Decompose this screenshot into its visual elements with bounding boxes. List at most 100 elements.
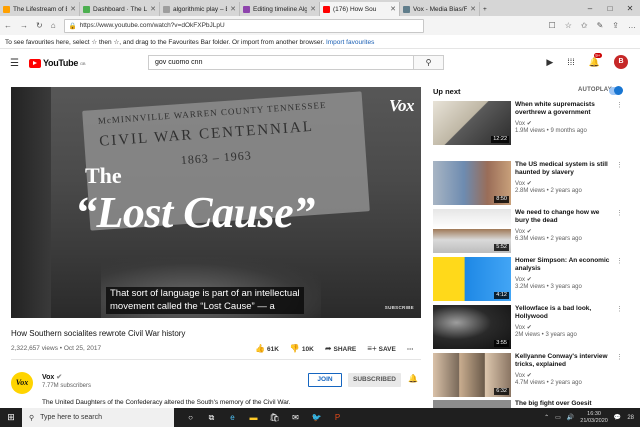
recommendation-item[interactable]: 12:22 When white supremacists overthrew … xyxy=(433,101,623,146)
video-thumbnail[interactable]: 4:12 xyxy=(433,257,511,301)
join-button[interactable]: JOIN xyxy=(308,373,342,387)
recommendation-title[interactable]: The big fight over Goesit xyxy=(515,400,613,408)
verified-icon: ✔ xyxy=(526,121,532,127)
maximize-icon[interactable]: □ xyxy=(600,4,620,13)
search-input[interactable]: gov cuomo cnn xyxy=(148,55,414,70)
volume-icon[interactable]: 🔊 xyxy=(567,414,574,421)
duration-badge: 3:55 xyxy=(494,340,509,347)
browser-tab[interactable]: The Lifestream of Brian✕ xyxy=(0,2,80,16)
refresh-icon[interactable]: ↻ xyxy=(36,21,43,30)
video-player[interactable]: McMINNVILLE WARREN COUNTY TENNESSEE CIVI… xyxy=(11,87,421,318)
video-thumbnail[interactable]: 6:32 xyxy=(433,353,511,397)
more-vert-icon[interactable]: ⋮ xyxy=(616,305,623,313)
store-icon[interactable]: 🛍 xyxy=(264,408,285,427)
more-vert-icon[interactable]: ⋮ xyxy=(616,353,623,361)
recommendation-item[interactable]: 4:12 Homer Simpson: An economic analysis… xyxy=(433,257,623,302)
tab-label: (176) How Sou xyxy=(333,5,377,13)
recommendation-title[interactable]: The US medical system is still haunted b… xyxy=(515,161,613,177)
share-button[interactable]: ➦ SHARE xyxy=(325,344,356,353)
recommendation-item[interactable]: 5:52 We need to change how we bury the d… xyxy=(433,209,623,254)
action-center-icon[interactable]: 💬 xyxy=(614,414,621,421)
tray-up-icon[interactable]: ⌃ xyxy=(544,414,549,421)
cortana-icon[interactable]: ○ xyxy=(180,408,201,427)
video-thumbnail[interactable]: 8:50 xyxy=(433,161,511,205)
recommendation-title[interactable]: Yellowface is a bad look, Hollywood xyxy=(515,305,613,321)
menu-icon[interactable]: ☰ xyxy=(10,58,19,69)
more-icon[interactable]: … xyxy=(628,21,636,30)
pen-icon[interactable]: ✎ xyxy=(597,21,604,30)
browser-tab[interactable]: algorithmic play – Educ✕ xyxy=(160,2,240,16)
mail-icon[interactable]: ✉ xyxy=(285,408,306,427)
share-icon[interactable]: ⇪ xyxy=(612,21,619,30)
recommendation-title[interactable]: We need to change how we bury the dead xyxy=(515,209,613,225)
edge-icon[interactable]: e xyxy=(222,408,243,427)
subscribed-button[interactable]: SUBSCRIBED xyxy=(348,373,401,387)
close-icon[interactable]: ✕ xyxy=(230,5,236,13)
recommendation-title[interactable]: Kellyanne Conway's interview tricks, exp… xyxy=(515,353,613,369)
video-thumbnail[interactable] xyxy=(433,400,511,408)
tab-favicon-icon xyxy=(323,5,330,13)
youtube-logo[interactable]: YouTube GB xyxy=(28,58,86,68)
tab-label: Vox - Media Bias/Fact C xyxy=(413,5,468,13)
recommendation-item[interactable]: The big fight over Goesit xyxy=(433,400,623,408)
more-vert-icon[interactable]: ⋮ xyxy=(616,161,623,169)
bell-icon[interactable]: 🔔 xyxy=(408,374,418,383)
browser-tab[interactable]: Editing timeline Algortl✕ xyxy=(240,2,320,16)
dislike-button[interactable]: 👎 10K xyxy=(290,344,314,353)
close-icon[interactable]: ✕ xyxy=(70,5,76,13)
recommendation-title[interactable]: When white supremacists overthrew a gove… xyxy=(515,101,613,117)
favourites-icon[interactable]: ✩ xyxy=(581,21,588,30)
browser-tab[interactable]: Vox - Media Bias/Fact C✕ xyxy=(400,2,480,16)
recommendation-item[interactable]: 3:55 Yellowface is a bad look, Hollywood… xyxy=(433,305,623,350)
video-thumbnail[interactable]: 3:55 xyxy=(433,305,511,349)
close-icon[interactable]: ✕ xyxy=(390,5,396,13)
new-tab-button[interactable]: + xyxy=(480,2,498,16)
channel-avatar[interactable]: Vox xyxy=(11,372,33,394)
recommendation-item[interactable]: 8:50 The US medical system is still haun… xyxy=(433,161,623,206)
recommendation-title[interactable]: Homer Simpson: An economic analysis xyxy=(515,257,613,273)
task-view-icon[interactable]: ⧉ xyxy=(201,408,222,427)
avatar[interactable]: B xyxy=(614,55,628,69)
save-button[interactable]: ≡+ SAVE xyxy=(367,344,396,353)
close-window-icon[interactable]: ✕ xyxy=(620,4,640,13)
close-icon[interactable]: ✕ xyxy=(310,5,316,13)
browser-tab-active[interactable]: (176) How Sou ✕ xyxy=(320,2,400,16)
recommendation-item[interactable]: 6:32 Kellyanne Conway's interview tricks… xyxy=(433,353,623,398)
minimize-icon[interactable]: – xyxy=(580,4,600,13)
windows-start-icon[interactable]: ⊞ xyxy=(0,412,22,423)
apps-icon[interactable]: ⁞⁞⁞ xyxy=(567,57,575,67)
file-explorer-icon[interactable]: ▬ xyxy=(243,408,264,427)
reading-view-icon[interactable]: ☐ xyxy=(549,21,556,30)
taskbar-search[interactable]: ⚲ Type here to search xyxy=(22,408,174,427)
browser-tab[interactable]: Dashboard · The Lifestr✕ xyxy=(80,2,160,16)
forward-icon[interactable]: → xyxy=(20,21,28,30)
more-vert-icon[interactable]: ⋮ xyxy=(616,209,623,217)
subscribe-watermark[interactable]: SUBSCRIBE xyxy=(385,305,414,310)
back-icon[interactable]: ← xyxy=(4,21,12,30)
url-field[interactable]: 🔒 https://www.youtube.com/watch?v=dOkFXPb… xyxy=(63,18,424,33)
more-vert-icon[interactable]: ⋮ xyxy=(616,257,623,265)
powerpoint-icon[interactable]: P xyxy=(327,408,348,427)
url-text: https://www.youtube.com/watch?v=dOkFXPbJ… xyxy=(79,22,225,29)
network-icon[interactable]: ▭ xyxy=(555,414,561,421)
lock-icon: 🔒 xyxy=(68,22,77,30)
notifications-button[interactable]: 🔔 9+ xyxy=(589,52,602,68)
channel-name[interactable]: Vox ✔ xyxy=(42,373,62,381)
close-icon[interactable]: ✕ xyxy=(150,5,156,13)
close-icon[interactable]: ✕ xyxy=(470,5,476,13)
favourite-star-icon[interactable]: ☆ xyxy=(565,21,572,30)
video-thumbnail[interactable]: 5:52 xyxy=(433,209,511,253)
twitter-icon[interactable]: 🐦 xyxy=(306,408,327,427)
home-icon[interactable]: ⌂ xyxy=(51,21,56,30)
search-button[interactable]: ⚲ xyxy=(414,55,444,70)
autoplay-toggle[interactable] xyxy=(609,86,623,95)
youtube-play-icon xyxy=(28,58,41,68)
video-thumbnail[interactable]: 12:22 xyxy=(433,101,511,145)
more-actions-icon[interactable]: ⋯ xyxy=(407,345,414,353)
more-vert-icon[interactable]: ⋮ xyxy=(616,101,623,109)
clock[interactable]: 16:30 21/03/2020 xyxy=(580,411,608,425)
create-video-icon[interactable]: ▶︎ xyxy=(546,57,553,68)
like-button[interactable]: 👍 61K xyxy=(255,344,279,353)
import-favourites-link[interactable]: Import favourites xyxy=(326,39,374,46)
overlay-title-small: The xyxy=(85,163,122,188)
